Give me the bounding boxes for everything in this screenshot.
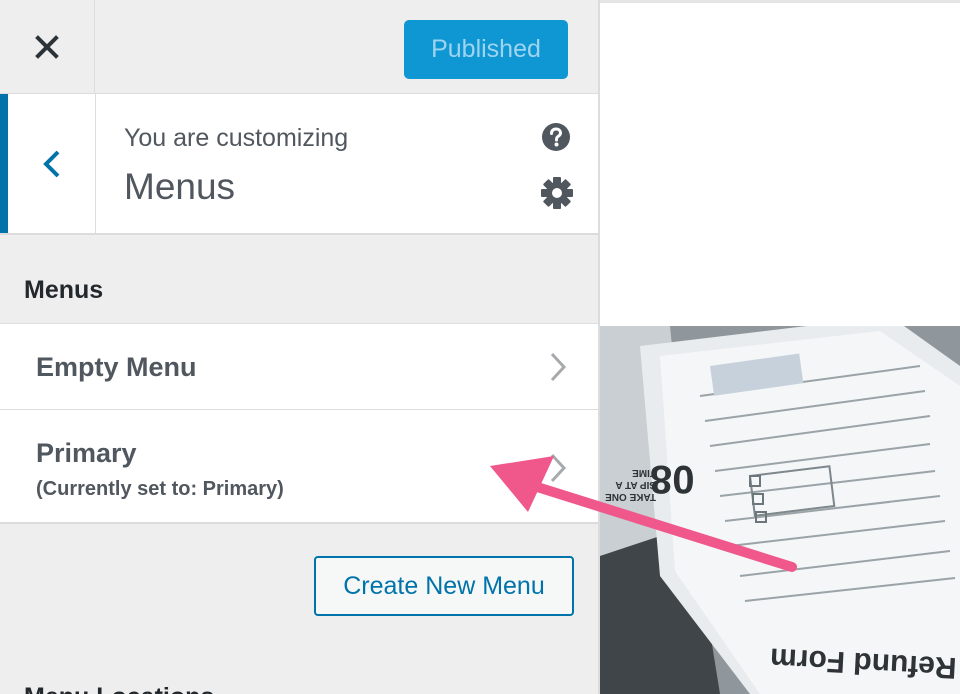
help-button[interactable]	[541, 122, 571, 152]
menu-item-primary[interactable]: Primary (Currently set to: Primary)	[0, 409, 598, 524]
create-new-menu-button[interactable]: Create New Menu	[314, 556, 574, 616]
close-button[interactable]	[0, 0, 95, 93]
menu-item-label: Primary	[36, 438, 137, 468]
preview-top-border	[600, 0, 960, 3]
menu-locations-heading: Menu Locations	[24, 683, 214, 694]
published-button[interactable]: Published	[404, 20, 568, 79]
panel-title: Menus	[124, 166, 236, 207]
preview-photo: x Refund Form 08 TAKE ONE SIP AT A TIME	[600, 326, 960, 694]
preview-stamp-text: TAKE ONE SIP AT A TIME	[605, 467, 656, 502]
chevron-left-icon	[42, 150, 59, 177]
back-button[interactable]	[0, 94, 96, 233]
settings-button[interactable]	[540, 176, 574, 210]
menu-item-empty-menu[interactable]: Empty Menu	[0, 323, 598, 410]
menu-location-note: (Currently set to: Primary)	[36, 478, 284, 500]
customizer-info: You are customizing Menus	[0, 94, 598, 235]
gear-icon	[541, 177, 573, 209]
menus-section-heading: Menus	[24, 276, 104, 304]
menu-item-label: Empty Menu	[36, 352, 197, 382]
customizer-header: Published	[0, 0, 598, 94]
chevron-right-icon	[550, 453, 567, 483]
help-icon	[542, 123, 570, 151]
customizing-label: You are customizing	[124, 124, 349, 152]
preview-stamp-number: 08	[650, 457, 695, 501]
chevron-right-icon	[550, 352, 567, 382]
close-icon	[35, 34, 59, 59]
customizer-sidebar: Published You are customizing Menus Menu…	[0, 0, 598, 694]
site-preview: x Refund Form 08 TAKE ONE SIP AT A TIME	[600, 0, 960, 694]
